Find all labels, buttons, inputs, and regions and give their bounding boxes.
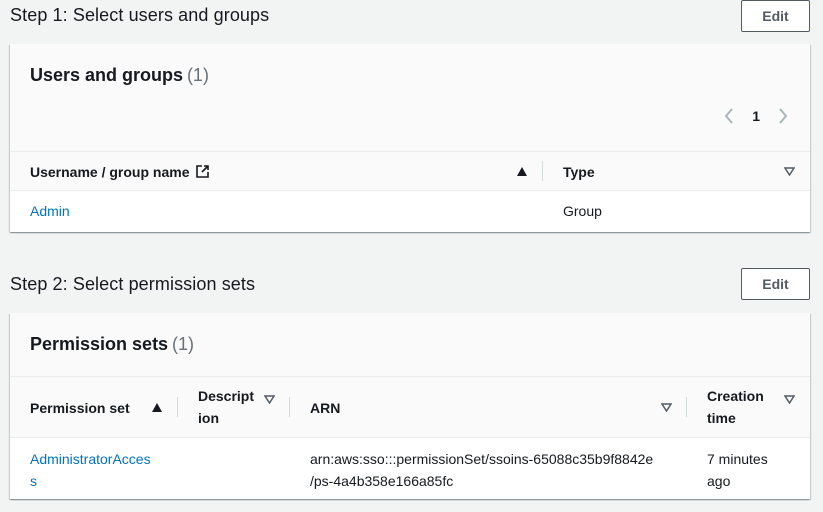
creation-time-line: 7 minutes — [707, 451, 768, 467]
column-divider[interactable] — [686, 397, 687, 417]
permission-sets-heading: Permission sets (1) — [30, 334, 194, 355]
column-header-permission-set[interactable]: Permission set — [30, 377, 130, 438]
column-header-username[interactable]: Username / group name — [30, 152, 209, 191]
step1-title: Step 1: Select users and groups — [10, 4, 270, 25]
sort-icon[interactable] — [783, 391, 796, 407]
panel-count: (1) — [186, 65, 209, 85]
column-divider[interactable] — [542, 161, 543, 181]
user-group-link[interactable]: Admin — [30, 200, 70, 222]
column-header-arn[interactable]: ARN — [310, 377, 340, 438]
sort-ascending-icon[interactable] — [152, 399, 162, 415]
permission-sets-table-header: Permission set Descript ion ARN Creation… — [10, 377, 810, 438]
permission-set-creation-time: 7 minutes ago — [707, 448, 768, 492]
creation-time-line: ago — [707, 473, 731, 489]
arn-line: /ps-4a4b358e166a85fc — [310, 473, 454, 489]
permission-set-link[interactable]: AdministratorAcces s — [30, 448, 151, 492]
step2-header: Step 2: Select permission sets Edit — [10, 268, 810, 300]
step1-edit-button[interactable]: Edit — [741, 0, 810, 32]
permission-sets-panel: Permission sets (1) Permission set Descr… — [10, 313, 810, 499]
step2-edit-button[interactable]: Edit — [741, 268, 810, 300]
external-link-icon[interactable] — [195, 165, 209, 178]
panel-title: Permission sets — [30, 334, 169, 354]
column-header-description[interactable]: Descript ion — [198, 385, 254, 445]
sort-icon[interactable] — [660, 399, 673, 415]
panel-title: Users and groups — [30, 65, 184, 85]
users-and-groups-panel-header: Users and groups (1) 1 — [10, 44, 810, 152]
chevron-left-icon[interactable] — [724, 108, 734, 124]
sort-icon[interactable] — [263, 391, 276, 407]
column-header-label-line: ion — [198, 410, 219, 426]
column-divider[interactable] — [177, 397, 178, 417]
arn-line: arn:aws:sso:::permissionSet/ssoins-65088… — [310, 451, 654, 467]
table-row: Admin Group — [10, 191, 810, 232]
permission-set-name-line: AdministratorAcces — [30, 451, 151, 467]
column-header-label-line: Creation — [707, 388, 764, 404]
permission-sets-panel-header: Permission sets (1) — [10, 313, 810, 377]
column-divider[interactable] — [289, 397, 290, 417]
step2-title: Step 2: Select permission sets — [10, 273, 256, 294]
sort-icon[interactable] — [783, 163, 796, 179]
column-header-creation-time[interactable]: Creation time — [707, 385, 764, 445]
table-row: AdministratorAcces s arn:aws:sso:::permi… — [10, 438, 810, 498]
users-table-header: Username / group name Type — [10, 152, 810, 191]
panel-count: (1) — [171, 334, 194, 354]
step1-header: Step 1: Select users and groups Edit — [10, 0, 810, 32]
page-number[interactable]: 1 — [752, 108, 760, 124]
column-header-type[interactable]: Type — [563, 152, 595, 191]
user-group-type: Group — [563, 203, 602, 219]
permission-set-name-line: s — [30, 473, 37, 489]
column-header-label: Username / group name — [30, 163, 190, 180]
sort-ascending-icon[interactable] — [517, 163, 527, 179]
users-and-groups-heading: Users and groups (1) — [30, 65, 209, 86]
column-header-label-line: time — [707, 410, 736, 426]
permission-set-arn: arn:aws:sso:::permissionSet/ssoins-65088… — [310, 448, 653, 492]
chevron-right-icon[interactable] — [778, 108, 788, 124]
pagination: 1 — [724, 108, 788, 124]
column-header-label-line: Descript — [198, 388, 255, 404]
users-and-groups-panel: Users and groups (1) 1 Username / group … — [10, 44, 810, 232]
